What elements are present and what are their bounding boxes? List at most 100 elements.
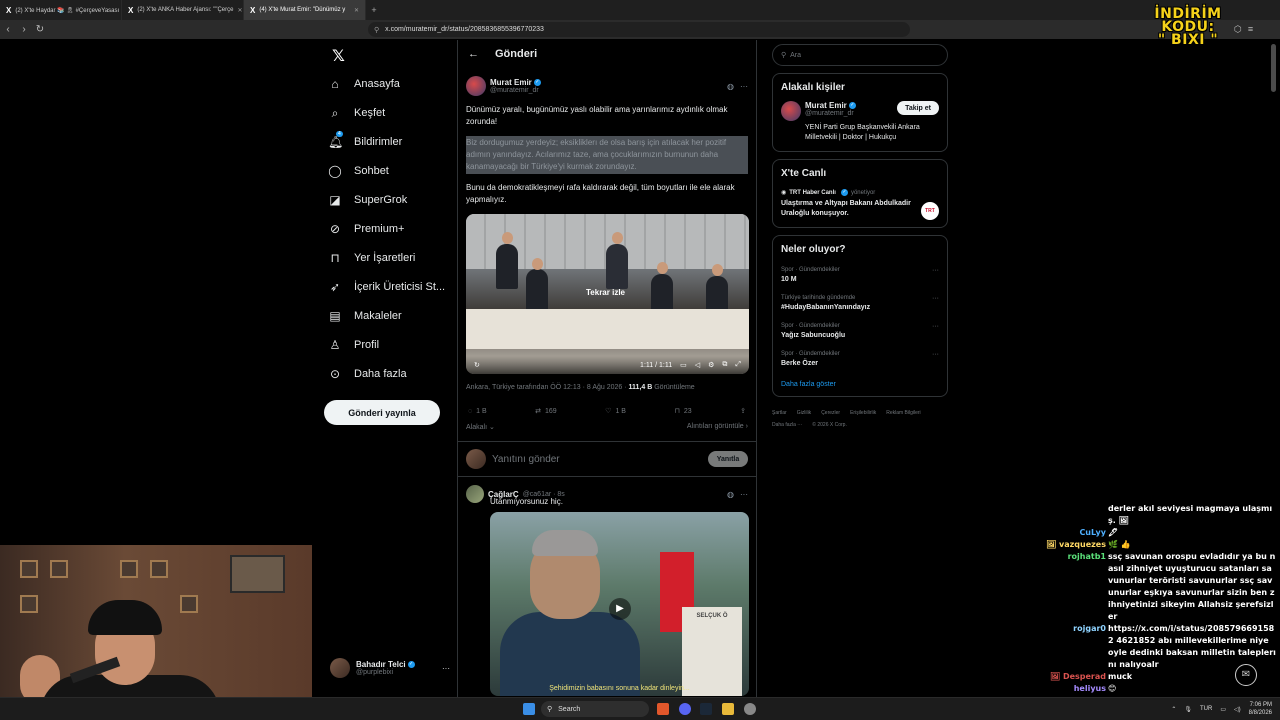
nav-item-notifications[interactable]: 🔔︎ 4 Bildirimler (328, 131, 402, 152)
settings-icon[interactable]: ⚙ (708, 361, 714, 369)
nav-item-more[interactable]: ⊙ Daha fazla (328, 364, 407, 384)
volume-icon[interactable]: ◁) (1234, 706, 1241, 713)
nav-label: İçerik Üreticisi St... (354, 281, 446, 293)
forward-icon[interactable]: › (16, 24, 32, 35)
more-options-icon[interactable]: ··· (932, 267, 939, 274)
search-input[interactable]: ⚲ Ara (772, 44, 948, 66)
nav-item-home[interactable]: ⌂ Anasayfa (328, 74, 400, 94)
play-icon[interactable]: ▶ (609, 598, 631, 620)
post-button[interactable]: Gönderi yayınla (324, 400, 440, 425)
footer-link[interactable]: Daha fazla ··· (772, 419, 802, 431)
more-options-icon[interactable]: ··· (932, 295, 939, 302)
person-name[interactable]: Murat Emir (805, 101, 847, 110)
page-scrollbar[interactable] (1271, 44, 1276, 92)
author-name[interactable]: Murat Emir (490, 78, 532, 87)
discord-icon[interactable] (679, 703, 691, 715)
repost-action[interactable]: ⇄ 169 (535, 407, 557, 416)
site-info-icon[interactable]: ⚲ (374, 26, 379, 34)
related-person[interactable]: Murat Emir ✓ @muratemir_dr Takip et (781, 101, 939, 121)
browser-tab-active[interactable]: X (4) X'te Murat Emir: "Dünümüz y ✕ (244, 0, 366, 20)
avatar[interactable] (466, 485, 484, 503)
footer-link[interactable]: Şartlar (772, 407, 787, 419)
grok-icon[interactable]: ◍ (727, 82, 734, 91)
nav-item-chat[interactable]: ◯ Sohbet (328, 161, 389, 181)
like-action[interactable]: ♡ 1 B (605, 407, 626, 416)
more-options-icon[interactable]: ··· (442, 664, 450, 673)
follow-button[interactable]: Takip et (897, 101, 939, 115)
author-handle[interactable]: @muratemir_dr (490, 87, 541, 94)
more-options-icon[interactable]: ··· (932, 351, 939, 358)
replay-icon[interactable]: ↻ (474, 361, 480, 369)
taskbar-search[interactable]: ⚲ Search (541, 701, 649, 717)
nav-item-articles[interactable]: ▤ Makaleler (328, 306, 401, 326)
footer-link[interactable]: Reklam Bilgileri (886, 407, 920, 419)
live-item[interactable]: ◉ TRT Haber Canlı ✓ yönetiyor Ulaştırma ve … (781, 189, 939, 219)
browser-tab[interactable]: X (2) X'te Haydar 📚 🎗 #ÇerçeveYasası ✕ (0, 0, 122, 20)
footer-link[interactable]: Gizlilik (797, 407, 811, 419)
more-options-icon[interactable]: ··· (740, 82, 748, 91)
x-logo-icon[interactable]: 𝕏 (332, 46, 345, 66)
bookmark-action[interactable]: ⊓ 23 (674, 407, 691, 416)
microphone-icon[interactable]: 🎙︎ (1184, 706, 1192, 713)
account-switcher[interactable]: Bahadır Telci ✓ @purplebixi ··· (330, 658, 450, 678)
pip-icon[interactable]: ⧉ (722, 361, 727, 369)
reply-video[interactable]: SELÇUK Ö ▶ Şehidimizin babasını sonuna k… (490, 512, 749, 696)
network-icon[interactable]: ▭ (1220, 706, 1226, 713)
chevron-up-icon[interactable]: ⌃ (1171, 706, 1176, 713)
back-arrow-icon[interactable]: ← (468, 48, 479, 60)
trend-item[interactable]: Türkiye tarihinde gündemde #HudayBabanın… (781, 295, 939, 311)
share-action[interactable]: ⇪ (740, 407, 746, 415)
show-more-link[interactable]: Daha fazla göster (781, 381, 939, 388)
live-card[interactable]: X'te Canlı ◉ TRT Haber Canlı ✓ yönetiyor Ul… (772, 159, 948, 228)
windows-start-icon[interactable] (523, 703, 535, 715)
home-icon: ⌂ (331, 77, 339, 91)
related-dropdown[interactable]: Alakalı ⌄ (466, 423, 495, 431)
chat-message: CuLyy 🖋 (1042, 527, 1278, 539)
close-tab-icon[interactable]: ✕ (237, 7, 242, 14)
more-options-icon[interactable]: ··· (932, 323, 939, 330)
reply-action[interactable]: ◌ 1 B (468, 407, 487, 415)
volume-icon[interactable]: ◁ (695, 361, 700, 369)
nav-item-bookmarks[interactable]: ⊓ Yer İşaretleri (328, 248, 415, 268)
nav-item-creator-studio[interactable]: ➶ İçerik Üreticisi St... (328, 277, 445, 297)
trend-item[interactable]: Spor · Gündemdekiler 10 M ··· (781, 267, 939, 283)
captions-icon[interactable]: ▭ (680, 361, 687, 369)
reload-icon[interactable]: ↻ (32, 24, 48, 35)
nav-item-profile[interactable]: ♙ Profil (328, 335, 379, 355)
clock[interactable]: 7:06 PM 8/8/2026 (1249, 701, 1272, 717)
new-tab-button[interactable]: + (366, 0, 382, 20)
footer-link[interactable]: Çerezler (821, 407, 840, 419)
nav-item-premium[interactable]: ⊘ Premium+ (328, 219, 404, 239)
tray-language[interactable]: TUR (1200, 706, 1212, 712)
view-quotes-link[interactable]: Alıntıları görüntüle › (687, 423, 748, 431)
trend-item[interactable]: Spor · Gündemdekiler Berke Özer ··· (781, 351, 939, 367)
reply-post[interactable]: ÇağlarÇ @ca61ar · 8s ◍ ··· Utanmıyorsunu… (458, 477, 756, 704)
footer-link[interactable]: Erişilebilirlik (850, 407, 876, 419)
avatar[interactable] (781, 101, 801, 121)
brave-browser-icon[interactable] (657, 703, 669, 715)
trend-item[interactable]: Spor · Gündemdekiler Yağız Sabuncuoğlu ·… (781, 323, 939, 339)
view-label: Görüntüleme (652, 384, 695, 391)
fullscreen-icon[interactable]: ⤢ (735, 361, 741, 369)
video-player[interactable]: Tekrar izle ↻ 1:11 / 1:11 ▭ ◁ ⚙ ⧉ ⤢ (466, 214, 749, 374)
url-field[interactable]: ⚲ x.com/muratemir_dr/status/208583685539… (368, 22, 910, 37)
back-icon[interactable]: ‹ (0, 24, 16, 35)
browser-tab[interactable]: X (2) X'te ANKA Haber Ajansı: ""Çerçe ✕ (122, 0, 244, 20)
post-detail-column: ← Gönderi Murat Emir ✓ @muratemir_dr ◍ ··… (457, 40, 757, 720)
steam-icon[interactable] (700, 703, 712, 715)
nav-item-supergrok[interactable]: ◪ SuperGrok (328, 190, 407, 210)
grok-icon[interactable]: ◍ (727, 490, 734, 499)
menu-icon[interactable]: ≡ (1248, 24, 1253, 35)
file-explorer-icon[interactable] (722, 703, 734, 715)
reply-input[interactable]: Yanıtını gönder (492, 454, 560, 465)
extension-icon[interactable]: ⬡ (1234, 24, 1242, 35)
avatar[interactable] (466, 76, 486, 96)
obs-icon[interactable] (744, 703, 756, 715)
close-tab-icon[interactable]: ✕ (354, 7, 359, 14)
messages-icon[interactable]: ✉ (1235, 664, 1257, 686)
reply-button[interactable]: Yanıtla (708, 451, 748, 467)
more-options-icon[interactable]: ··· (740, 490, 748, 499)
reply-count: 1 B (476, 407, 487, 415)
replay-label[interactable]: Tekrar izle (586, 288, 625, 297)
nav-item-explore[interactable]: ⌕ Keşfet (328, 103, 386, 123)
